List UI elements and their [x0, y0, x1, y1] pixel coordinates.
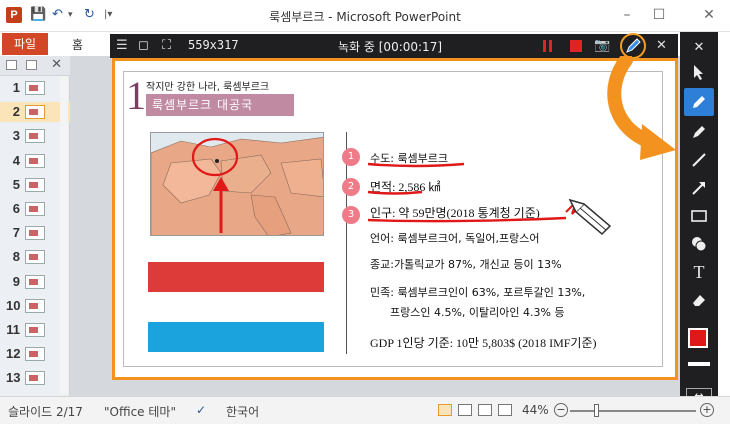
pause-icon[interactable] — [543, 40, 553, 52]
camera-icon[interactable]: 📷 — [594, 37, 610, 55]
normal-view-button[interactable] — [438, 404, 452, 416]
pane-scrollbar[interactable] — [60, 76, 68, 394]
slide-thumbnail-image[interactable] — [25, 153, 45, 168]
slide-thumbnail-pane: ✕ 1 2 3 4 5 6 7 8 9 10 11 12 13 — [0, 56, 70, 396]
slide-thumbnail-image[interactable] — [25, 298, 45, 313]
slide-canvas: 1 작지만 강한 나라, 룩셈부르크 룩셈부르크 대공국 1 2 3 수도: 룩… — [123, 71, 663, 367]
pane-header: ✕ — [0, 56, 70, 76]
minimize-button[interactable]: – — [612, 4, 642, 26]
tab-home[interactable]: 홈 — [72, 36, 83, 53]
pen-color-swatch[interactable] — [688, 328, 708, 348]
pen-icon — [626, 38, 641, 53]
slide-thumbnail-image[interactable] — [25, 105, 45, 120]
rectangle-tool-icon[interactable] — [684, 202, 714, 230]
recording-status: 녹화 중 [00:00:17] — [338, 40, 443, 54]
step-number-icon[interactable] — [684, 230, 714, 258]
stroke-width-icon[interactable] — [688, 362, 710, 366]
spellcheck-icon[interactable]: ✓ — [196, 403, 206, 417]
title-bar: P 💾 ↶ ▾ ↻ |▾ 룩셈부르크 - Microsoft PowerPoin… — [0, 0, 730, 32]
slide-thumbnail-number: 7 — [12, 225, 20, 241]
slide-thumbnail-number: 10 — [6, 297, 21, 313]
crop-region-icon[interactable]: ⛶ — [162, 37, 171, 55]
zoom-out-button[interactable]: − — [554, 403, 568, 417]
slide-thumbnail-image[interactable] — [25, 129, 45, 144]
slide-counter: 슬라이드 2/17 — [8, 405, 83, 419]
slide-thumbnail-image[interactable] — [25, 347, 45, 362]
slide-thumbnail-number: 3 — [12, 128, 20, 144]
text-tool-icon[interactable]: T — [684, 258, 714, 286]
stop-icon[interactable] — [570, 40, 582, 52]
select-arrow-icon[interactable] — [684, 58, 714, 86]
recording-capture-frame[interactable]: 1 작지만 강한 나라, 룩셈부르크 룩셈부르크 대공국 1 2 3 수도: 룩… — [112, 58, 678, 380]
recorder-close-icon[interactable]: ✕ — [656, 37, 667, 55]
slide-thumbnail-number: 9 — [12, 273, 20, 289]
slide-thumbnail-image[interactable] — [25, 371, 45, 386]
close-button[interactable]: ✕ — [694, 4, 724, 26]
slide-thumbnail-number: 8 — [12, 249, 20, 265]
callout-arrow — [607, 56, 676, 160]
highlighter-icon[interactable] — [684, 118, 714, 146]
zoom-level[interactable]: 44% — [522, 403, 549, 417]
capture-size-readout: 559x317 — [188, 38, 239, 52]
menu-icon[interactable]: ☰ — [116, 37, 128, 55]
maximize-button[interactable]: ☐ — [644, 4, 674, 26]
drawing-toolbar: ✕ T ↔ — [680, 32, 718, 410]
slide-thumbnail-number: 1 — [12, 80, 20, 95]
slide-thumbnail-number: 6 — [12, 201, 20, 216]
pen-tool-icon[interactable] — [684, 88, 714, 116]
arrow-tool-icon[interactable] — [684, 174, 714, 202]
slide-sorter-view-button[interactable] — [458, 404, 472, 416]
theme-name[interactable]: "Office 테마" — [104, 403, 176, 420]
slide-thumbnail-number: 11 — [6, 322, 20, 337]
slide-thumbnail-number: 4 — [12, 152, 20, 168]
status-bar: 슬라이드 2/17 "Office 테마" ✓ 한국어 44% − + — [0, 396, 730, 424]
zoom-slider[interactable] — [570, 410, 696, 412]
window-mode-icon[interactable]: ◻ — [138, 37, 149, 55]
reading-view-button[interactable] — [478, 404, 492, 416]
screen-recorder-bar: ☰ ◻ ⛶ 559x317 녹화 중 [00:00:17] 📷 ✕ — [110, 33, 678, 59]
slide-thumbnail-number: 2 — [12, 104, 20, 120]
slide-thumbnail-image[interactable] — [25, 202, 45, 216]
slides-tab-icon[interactable] — [6, 60, 17, 70]
slide-thumbnail-image[interactable] — [25, 323, 45, 337]
tab-file[interactable]: 파일 — [2, 33, 48, 55]
pen-annotations — [367, 162, 612, 236]
line-tool-icon[interactable] — [684, 146, 714, 174]
slide-thumbnail-image[interactable] — [25, 177, 45, 192]
slide-thumbnail-image[interactable] — [25, 81, 45, 95]
slide-thumbnail-number: 12 — [6, 346, 21, 362]
language-indicator[interactable]: 한국어 — [226, 403, 259, 420]
slide-thumbnail-image[interactable] — [25, 274, 45, 289]
zoom-in-button[interactable]: + — [700, 403, 714, 417]
slideshow-view-button[interactable] — [498, 404, 512, 416]
outline-tab-icon[interactable] — [26, 60, 37, 70]
pencil-cursor-icon — [568, 198, 612, 236]
slide-thumbnail-number: 5 — [12, 176, 20, 192]
slide-thumbnail-image[interactable] — [25, 250, 45, 265]
slide-thumbnail-number: 13 — [6, 370, 21, 386]
eraser-icon[interactable] — [684, 286, 714, 314]
zoom-slider-thumb[interactable] — [594, 404, 599, 417]
slide-thumbnail-image[interactable] — [25, 226, 45, 241]
pane-close-icon[interactable]: ✕ — [51, 57, 62, 72]
